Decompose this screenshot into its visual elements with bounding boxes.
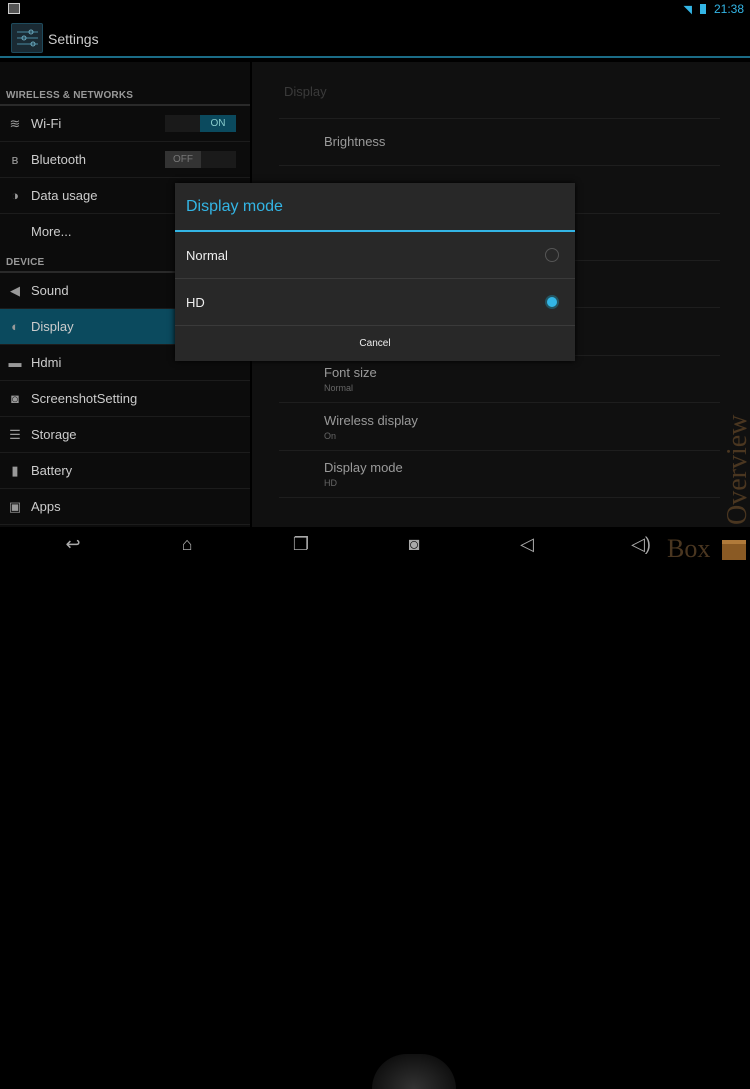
divider — [279, 118, 720, 119]
sidebar-item-label: Wi-Fi — [31, 116, 62, 131]
sidebar-item-label: ScreenshotSetting — [31, 391, 138, 406]
screenshot-icon[interactable]: ◙ — [399, 533, 429, 555]
panel-header: Display — [284, 84, 327, 99]
watermark-overview: Overview — [722, 414, 750, 525]
sidebar-item-label: More... — [31, 224, 72, 239]
sidebar-item-bluetooth[interactable]: ʙ Bluetooth OFF — [0, 142, 250, 178]
font-size-item[interactable]: Font size — [324, 365, 377, 380]
display-mode-dialog: Display mode Normal HD Cancel — [175, 183, 575, 361]
wireless-display-summary: On — [324, 431, 337, 441]
battery-status-icon — [700, 4, 706, 14]
cancel-button[interactable]: Cancel — [175, 326, 575, 361]
display-mode-summary: HD — [324, 478, 337, 488]
display-mode-item[interactable]: Display mode — [324, 460, 403, 475]
section-header: WIRELESS & NETWORKS — [6, 90, 134, 101]
sidebar-item-label: Hdmi — [31, 355, 62, 370]
font-size-summary: Normal — [324, 383, 354, 393]
camera-icon: ◙ — [11, 391, 19, 406]
clock: 21:38 — [713, 2, 744, 16]
data-usage-icon: ◑ — [11, 188, 19, 203]
toggle-label: OFF — [165, 151, 201, 168]
sidebar-item-storage[interactable]: ☰ Storage — [0, 417, 250, 453]
sidebar-item-screenshotsetting[interactable]: ◙ ScreenshotSetting — [0, 381, 250, 417]
sidebar-item-battery[interactable]: ▮ Battery — [0, 453, 250, 489]
watermark-box: Box — [667, 534, 711, 563]
brightness-item[interactable]: Brightness — [324, 134, 385, 149]
status-bar: ◥ 21:38 — [0, 0, 750, 18]
section-header: DEVICE — [6, 257, 45, 268]
bluetooth-toggle[interactable]: OFF — [165, 151, 236, 168]
box-logo-icon — [722, 540, 746, 560]
screenshot-button-glow — [372, 1054, 456, 1089]
settings-app-icon[interactable] — [11, 23, 43, 53]
radio-button-selected[interactable] — [545, 295, 559, 309]
home-icon[interactable]: ⌂ — [172, 533, 202, 555]
sidebar-item-wifi[interactable]: ≋ Wi-Fi ON — [0, 106, 250, 142]
gallery-notification-icon — [8, 3, 20, 14]
option-hd[interactable]: HD — [175, 279, 575, 326]
display-icon: ◐ — [11, 319, 19, 334]
sidebar-item-label: Bluetooth — [31, 152, 86, 167]
sidebar-item-label: Apps — [31, 499, 61, 514]
wifi-signal-icon: ◥ — [683, 4, 692, 16]
wifi-icon: ≋ — [9, 116, 21, 131]
navigation-bar: ↩ ⌂ ❐ ◙ ◁ ◁) — [0, 527, 750, 1089]
action-bar: Settings — [0, 18, 750, 58]
wifi-toggle[interactable]: ON — [165, 115, 236, 132]
sidebar-item-label: Data usage — [31, 188, 98, 203]
sidebar-item-label: Storage — [31, 427, 77, 442]
option-normal[interactable]: Normal — [175, 232, 575, 279]
wireless-display-item[interactable]: Wireless display — [324, 413, 418, 428]
back-icon[interactable]: ↩ — [58, 533, 88, 555]
sidebar-item-label: Display — [31, 319, 74, 334]
volume-up-icon[interactable]: ◁) — [626, 533, 656, 555]
sidebar-item-apps[interactable]: ▣ Apps — [0, 489, 250, 525]
bluetooth-icon: ʙ — [11, 152, 19, 167]
recent-apps-icon[interactable]: ❐ — [286, 533, 316, 555]
sidebar-item-label: Sound — [31, 283, 69, 298]
volume-down-icon[interactable]: ◁ — [512, 533, 542, 555]
hdmi-icon: ▬ — [8, 355, 22, 370]
sound-icon: ◀ — [10, 283, 20, 298]
battery-icon: ▮ — [11, 463, 19, 478]
apps-icon: ▣ — [8, 499, 22, 514]
app-title: Settings — [48, 31, 99, 47]
sidebar-item-label: Battery — [31, 463, 73, 478]
radio-button[interactable] — [545, 248, 559, 262]
option-label: Normal — [186, 248, 228, 263]
dialog-title: Display mode — [186, 198, 283, 215]
option-label: HD — [186, 295, 205, 310]
storage-icon: ☰ — [9, 427, 21, 442]
toggle-label: ON — [200, 115, 236, 132]
